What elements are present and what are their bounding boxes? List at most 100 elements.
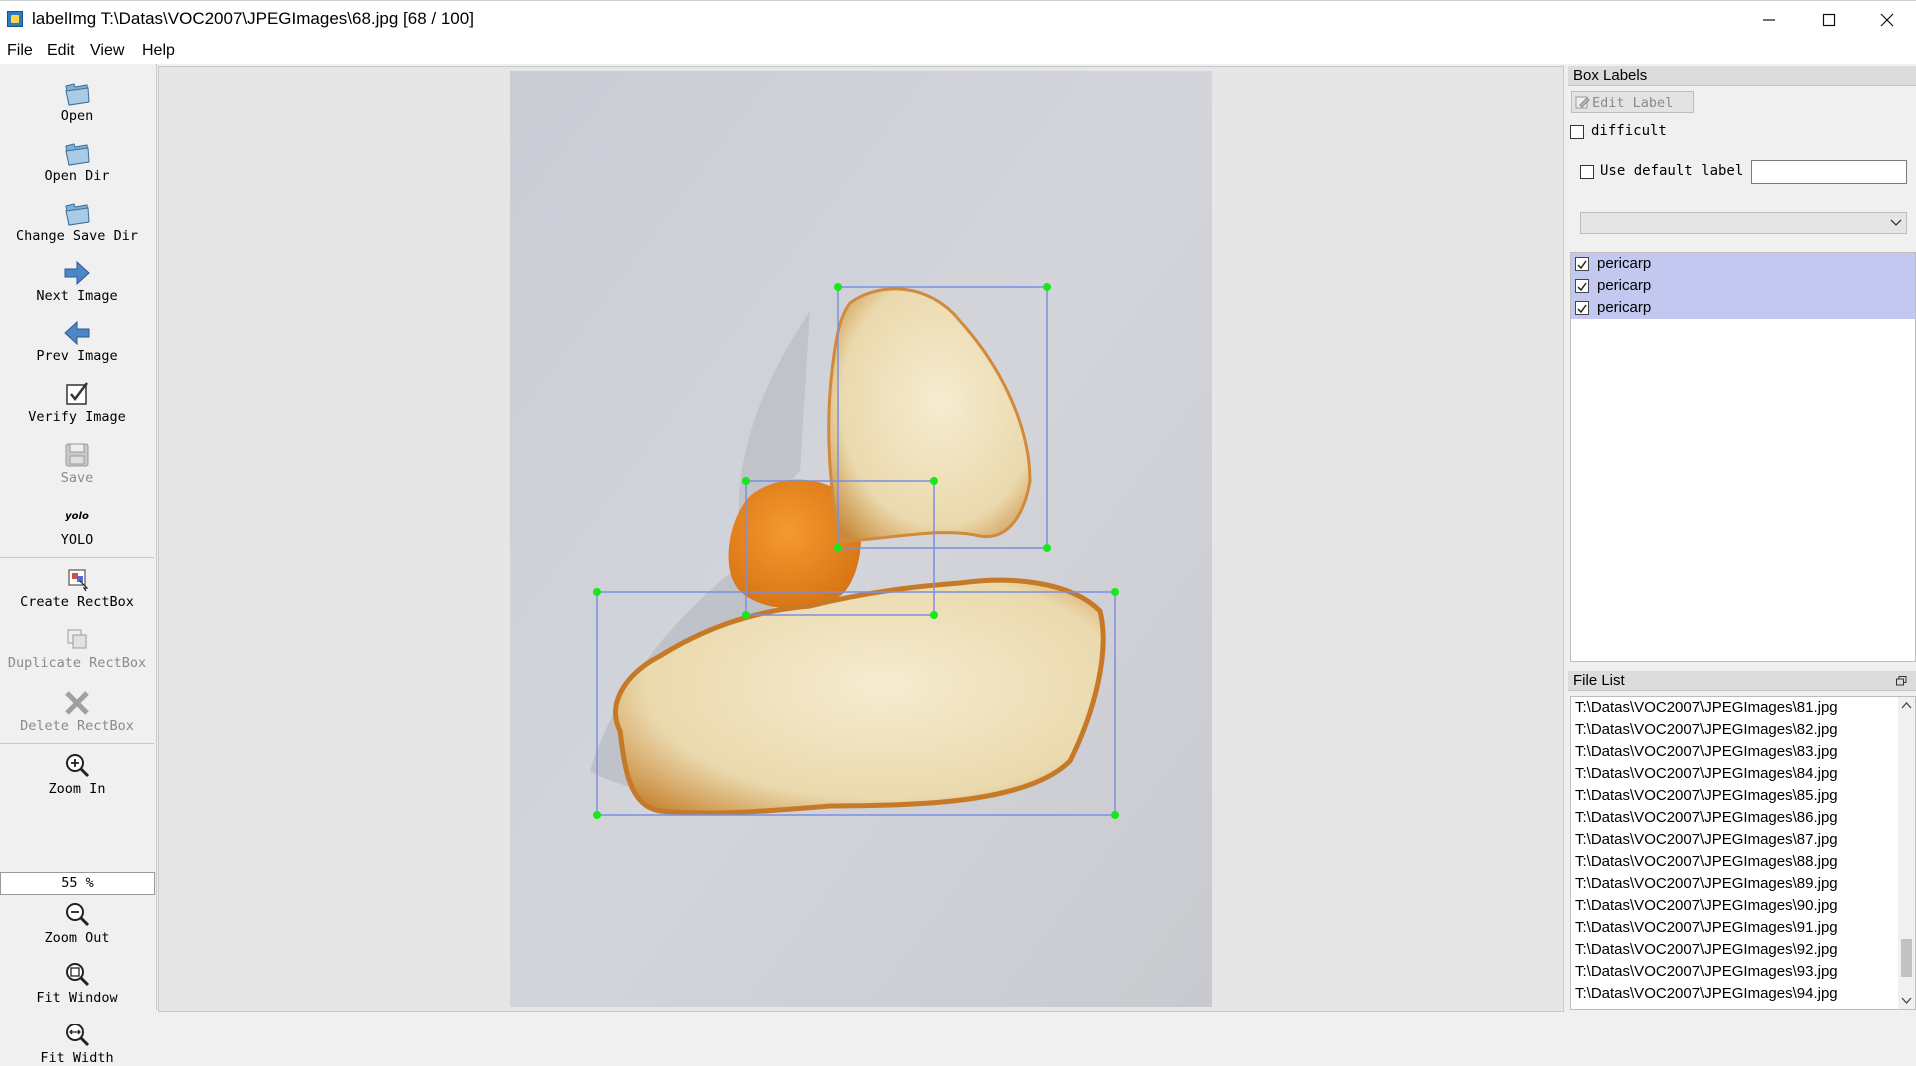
- label-checkbox-checked[interactable]: [1575, 301, 1589, 315]
- fit-width-label: Fit Width: [40, 1050, 114, 1066]
- scroll-up-icon[interactable]: [1901, 701, 1912, 709]
- fit-width-button[interactable]: Fit Width: [0, 1020, 154, 1066]
- file-list-item[interactable]: T:\Datas\VOC2007\JPEGImages\85.jpg: [1575, 787, 1838, 804]
- label-list-item[interactable]: pericarp: [1571, 275, 1915, 297]
- menu-edit[interactable]: Edit: [47, 42, 75, 60]
- fit-width-icon: [66, 1023, 90, 1047]
- next-image-label: Next Image: [36, 288, 118, 304]
- file-list-item[interactable]: T:\Datas\VOC2007\JPEGImages\92.jpg: [1575, 941, 1838, 958]
- maximize-button[interactable]: [1800, 1, 1858, 39]
- box-labels-title: Box Labels: [1568, 66, 1916, 86]
- check-icon: [1577, 282, 1587, 292]
- box-handle[interactable]: [742, 611, 750, 619]
- box-handle[interactable]: [930, 611, 938, 619]
- duplicate-rectbox-button[interactable]: Duplicate RectBox: [0, 625, 154, 671]
- app-icon: [7, 11, 23, 27]
- minimize-button[interactable]: [1740, 1, 1798, 39]
- open-label: Open: [60, 108, 94, 124]
- file-list-item[interactable]: T:\Datas\VOC2007\JPEGImages\94.jpg: [1575, 985, 1838, 1002]
- label-checkbox-checked[interactable]: [1575, 279, 1589, 293]
- change-save-dir-button[interactable]: Change Save Dir: [0, 198, 154, 244]
- zoom-level-field[interactable]: 55 %: [0, 872, 155, 895]
- float-dock-icon[interactable]: [1896, 676, 1907, 686]
- default-label-input[interactable]: [1751, 160, 1907, 184]
- change-save-dir-label: Change Save Dir: [16, 228, 138, 244]
- file-list-item[interactable]: T:\Datas\VOC2007\JPEGImages\83.jpg: [1575, 743, 1838, 760]
- zoom-in-button[interactable]: Zoom In: [0, 751, 154, 797]
- toolbar-separator: [0, 743, 154, 744]
- file-list-item[interactable]: T:\Datas\VOC2007\JPEGImages\89.jpg: [1575, 875, 1838, 892]
- fit-window-icon: [66, 963, 90, 987]
- box-handle[interactable]: [742, 477, 750, 485]
- file-list-item[interactable]: T:\Datas\VOC2007\JPEGImages\84.jpg: [1575, 765, 1838, 782]
- next-image-button[interactable]: Next Image: [0, 258, 154, 304]
- difficult-label: difficult: [1591, 123, 1667, 139]
- format-label: YOLO: [60, 532, 94, 548]
- label-checkbox-checked[interactable]: [1575, 257, 1589, 271]
- folder-open-icon: [65, 203, 90, 226]
- file-list-item[interactable]: T:\Datas\VOC2007\JPEGImages\82.jpg: [1575, 721, 1838, 738]
- file-list-item[interactable]: T:\Datas\VOC2007\JPEGImages\87.jpg: [1575, 831, 1838, 848]
- edit-label-button[interactable]: Edit Label: [1571, 91, 1694, 113]
- zoom-out-button[interactable]: Zoom Out: [0, 900, 154, 946]
- save-button[interactable]: Save: [0, 440, 154, 486]
- open-dir-label: Open Dir: [44, 168, 110, 184]
- scroll-down-icon[interactable]: [1901, 997, 1912, 1005]
- yolo-icon: yolo: [65, 511, 89, 522]
- arrow-left-icon: [64, 320, 90, 346]
- checkbox-check-icon: [66, 382, 88, 405]
- prev-image-button[interactable]: Prev Image: [0, 318, 154, 364]
- open-button[interactable]: Open: [0, 78, 154, 124]
- box-handle[interactable]: [834, 544, 842, 552]
- image-canvas[interactable]: [158, 66, 1564, 1012]
- file-list-item[interactable]: T:\Datas\VOC2007\JPEGImages\88.jpg: [1575, 853, 1838, 870]
- menu-help[interactable]: Help: [142, 42, 175, 60]
- fit-window-button[interactable]: Fit Window: [0, 960, 154, 1006]
- box-handle[interactable]: [593, 588, 601, 596]
- file-list-item[interactable]: T:\Datas\VOC2007\JPEGImages\90.jpg: [1575, 897, 1838, 914]
- verify-image-button[interactable]: Verify Image: [0, 379, 154, 425]
- file-list-item[interactable]: T:\Datas\VOC2007\JPEGImages\86.jpg: [1575, 809, 1838, 826]
- close-button[interactable]: [1858, 1, 1916, 39]
- menu-bar: File Edit View Help: [0, 38, 1916, 64]
- label-name: pericarp: [1597, 299, 1652, 316]
- box-handle[interactable]: [1043, 283, 1051, 291]
- file-list-title-text: File List: [1573, 672, 1625, 689]
- file-list-item[interactable]: T:\Datas\VOC2007\JPEGImages\93.jpg: [1575, 963, 1838, 980]
- format-yolo-button[interactable]: yolo YOLO: [0, 502, 154, 548]
- box-handle[interactable]: [1043, 544, 1051, 552]
- label-list-item[interactable]: pericarp: [1571, 253, 1915, 275]
- file-list: T:\Datas\VOC2007\JPEGImages\81.jpg T:\Da…: [1570, 696, 1916, 1010]
- menu-file[interactable]: File: [7, 42, 33, 60]
- edit-label-text: Edit Label: [1592, 95, 1674, 111]
- open-dir-button[interactable]: Open Dir: [0, 138, 154, 184]
- check-icon: [1577, 260, 1587, 270]
- delete-rectbox-button[interactable]: Delete RectBox: [0, 688, 154, 734]
- label-combo-box[interactable]: [1580, 212, 1907, 234]
- arrow-right-icon: [64, 260, 90, 286]
- status-bar: [0, 1012, 1916, 1024]
- zoom-in-label: Zoom In: [48, 781, 106, 797]
- box-handle[interactable]: [593, 811, 601, 819]
- file-list-item[interactable]: T:\Datas\VOC2007\JPEGImages\91.jpg: [1575, 919, 1838, 936]
- box-handle[interactable]: [834, 283, 842, 291]
- annotated-photo[interactable]: [510, 71, 1212, 1007]
- label-list-item[interactable]: pericarp: [1571, 297, 1915, 319]
- box-handle[interactable]: [930, 477, 938, 485]
- box-handle[interactable]: [1111, 588, 1119, 596]
- use-default-label-checkbox[interactable]: [1580, 165, 1594, 179]
- fit-window-label: Fit Window: [36, 990, 118, 1006]
- scroll-thumb[interactable]: [1901, 939, 1912, 977]
- box-handle[interactable]: [1111, 811, 1119, 819]
- delete-rectbox-label: Delete RectBox: [20, 718, 134, 734]
- zoom-out-label: Zoom Out: [44, 930, 110, 946]
- menu-view[interactable]: View: [90, 42, 124, 60]
- prev-image-label: Prev Image: [36, 348, 118, 364]
- right-dock: Box Labels Edit Label difficult Use defa…: [1568, 64, 1916, 1010]
- difficult-checkbox[interactable]: [1570, 125, 1584, 139]
- label-name: pericarp: [1597, 255, 1652, 272]
- file-list-scrollbar[interactable]: [1898, 697, 1915, 1009]
- file-list-item[interactable]: T:\Datas\VOC2007\JPEGImages\81.jpg: [1575, 699, 1838, 716]
- create-rectbox-button[interactable]: Create RectBox: [0, 564, 154, 610]
- floppy-disk-icon: [65, 443, 89, 467]
